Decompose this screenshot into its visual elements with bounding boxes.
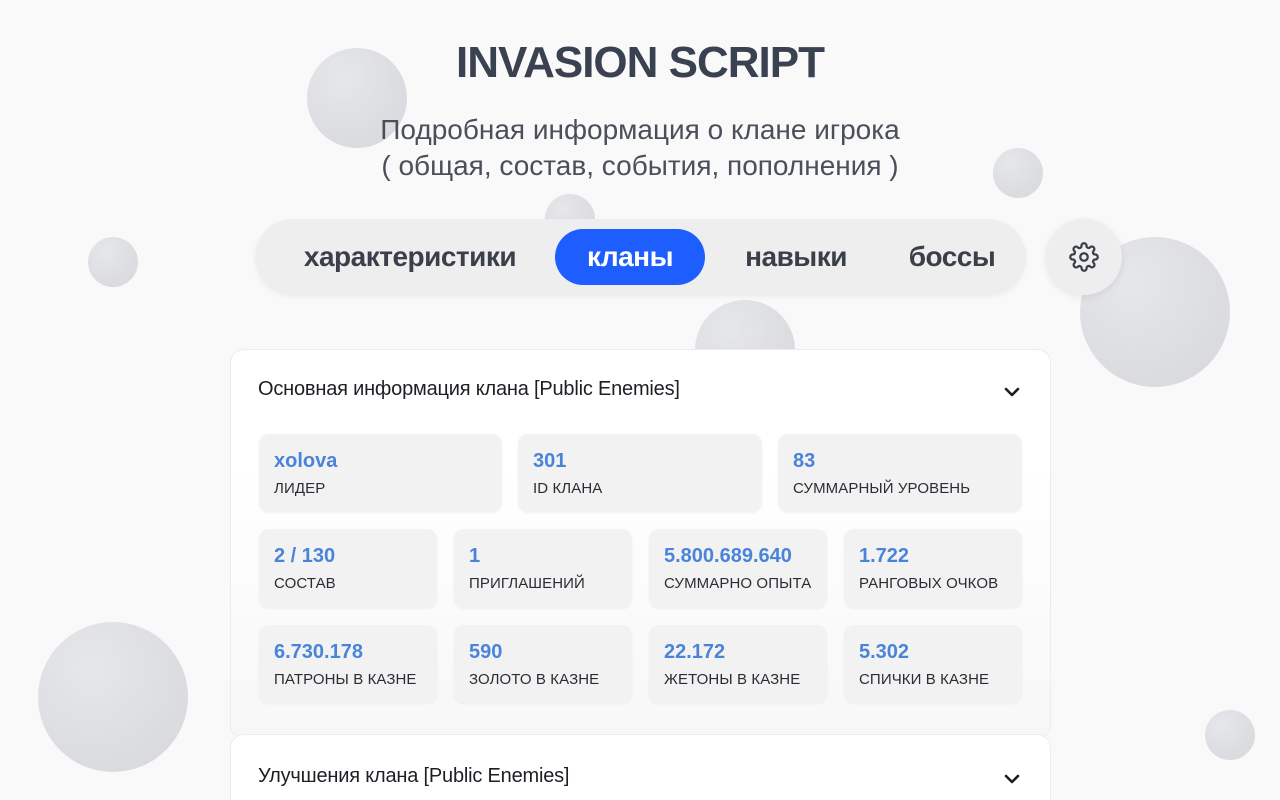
stat-total-experience: 5.800.689.640 СУММАРНО ОПЫТА xyxy=(649,529,827,608)
stat-value: 1.722 xyxy=(859,545,910,567)
stat-label: ЖЕТОНЫ В КАЗНЕ xyxy=(664,671,801,688)
stat-members: 2 / 130 СОСТАВ xyxy=(259,529,437,608)
subtitle-line-1: Подробная информация о клане игрока xyxy=(380,114,900,145)
stat-value: 6.730.178 xyxy=(274,641,363,663)
stat-rank-points: 1.722 РАНГОВЫХ ОЧКОВ xyxy=(844,529,1022,608)
tab-skills[interactable]: навыки xyxy=(725,229,867,285)
stat-label: СУММАРНО ОПЫТА xyxy=(664,575,812,592)
stat-label: ЗОЛОТО В КАЗНЕ xyxy=(469,671,600,688)
stat-value: 301 xyxy=(533,450,567,472)
stat-label: ПРИГЛАШЕНИЙ xyxy=(469,575,585,592)
clan-info-heading[interactable]: Основная информация клана [Public Enemie… xyxy=(258,378,680,401)
stat-treasury-tokens: 22.172 ЖЕТОНЫ В КАЗНЕ xyxy=(649,625,827,703)
stat-clan-id: 301 ID КЛАНА xyxy=(518,434,762,512)
clan-info-card: Основная информация клана [Public Enemie… xyxy=(230,349,1051,739)
clan-upgrades-heading[interactable]: Улучшения клана [Public Enemies] xyxy=(258,765,569,788)
stat-label: ПАТРОНЫ В КАЗНЕ xyxy=(274,671,417,688)
stat-treasury-gold: 590 ЗОЛОТО В КАЗНЕ xyxy=(454,625,632,703)
stat-value: 590 xyxy=(469,641,503,663)
tab-characteristics[interactable]: характеристики xyxy=(275,229,545,285)
chevron-down-icon[interactable] xyxy=(1002,382,1022,402)
stat-treasury-matches: 5.302 СПИЧКИ В КАЗНЕ xyxy=(844,625,1022,703)
settings-button[interactable] xyxy=(1046,219,1122,295)
stat-leader: xolova ЛИДЕР xyxy=(259,434,502,512)
tab-bar: характеристики кланы навыки боссы xyxy=(255,219,1026,295)
decorative-bubble xyxy=(88,237,138,287)
clan-upgrades-card: Улучшения клана [Public Enemies] xyxy=(230,734,1051,800)
stat-label: СПИЧКИ В КАЗНЕ xyxy=(859,671,990,688)
gear-icon xyxy=(1069,242,1099,272)
stat-total-level: 83 СУММАРНЫЙ УРОВЕНЬ xyxy=(778,434,1022,512)
page-title: INVASION SCRIPT xyxy=(455,38,825,87)
stat-value: 1 xyxy=(469,545,481,567)
stat-treasury-ammo: 6.730.178 ПАТРОНЫ В КАЗНЕ xyxy=(259,625,437,703)
decorative-bubble xyxy=(38,622,188,772)
stat-invitations: 1 ПРИГЛАШЕНИЙ xyxy=(454,529,632,608)
chevron-down-icon[interactable] xyxy=(1002,769,1022,789)
stat-label: СОСТАВ xyxy=(274,575,336,592)
stat-label: ЛИДЕР xyxy=(274,480,326,497)
stat-label: ID КЛАНА xyxy=(533,480,603,497)
stat-label: СУММАРНЫЙ УРОВЕНЬ xyxy=(793,480,971,497)
stat-value: 83 xyxy=(793,450,816,472)
stat-value: 2 / 130 xyxy=(274,545,336,567)
stat-value: 22.172 xyxy=(664,641,726,663)
stat-value: xolova xyxy=(274,450,338,472)
decorative-bubble xyxy=(1205,710,1255,760)
stat-label: РАНГОВЫХ ОЧКОВ xyxy=(859,575,999,592)
stat-value: 5.800.689.640 xyxy=(664,545,792,567)
page-subtitle: Подробная информация о клане игрока ( об… xyxy=(0,112,1280,184)
tab-bosses[interactable]: боссы xyxy=(887,229,1017,285)
stat-value: 5.302 xyxy=(859,641,910,663)
subtitle-line-2: ( общая, состав, события, пополнения ) xyxy=(381,150,899,181)
tab-clans[interactable]: кланы xyxy=(555,229,705,285)
